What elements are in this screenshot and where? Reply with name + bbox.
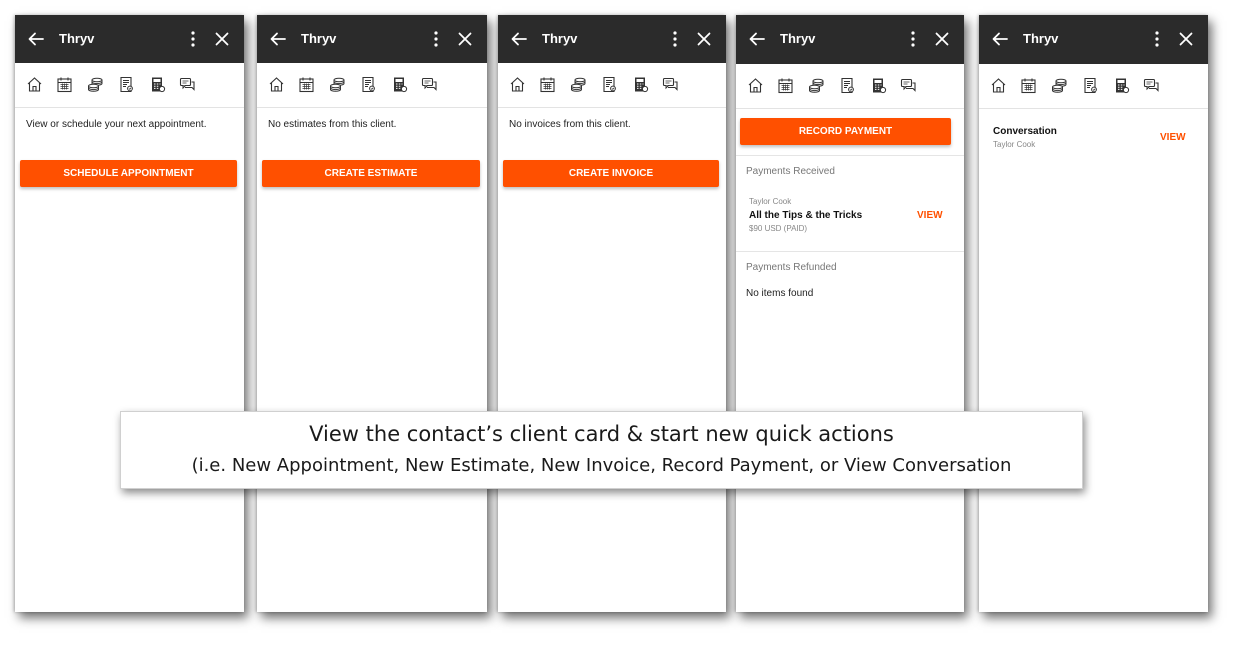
close-icon[interactable] [935,32,949,46]
calendar-icon[interactable] [539,76,556,93]
kebab-menu-icon[interactable] [190,30,196,48]
chat-icon[interactable] [900,77,917,94]
view-conversation-link[interactable]: VIEW [1160,132,1186,143]
payments-panel: Thryv RECORD PAYMENT Payments Received T… [736,15,964,612]
appointments-panel: Thryv View or schedule your next appoint… [15,15,244,612]
coins-icon[interactable] [87,76,104,93]
calendar-icon[interactable] [777,77,794,94]
quick-action-toolbar [15,63,244,108]
divider [736,251,964,252]
invoices-message: No invoices from this client. [509,119,631,130]
coins-icon[interactable] [1051,77,1068,94]
invoice-calculator-icon[interactable] [391,76,408,93]
estimates-panel: Thryv No estimates from this client. CRE… [257,15,487,612]
back-arrow-icon[interactable] [748,30,766,48]
quick-action-toolbar [257,63,487,108]
back-arrow-icon[interactable] [27,30,45,48]
coins-icon[interactable] [570,76,587,93]
schedule-appointment-button[interactable]: SCHEDULE APPOINTMENT [20,160,237,187]
calendar-icon[interactable] [56,76,73,93]
panel-header: Thryv [736,15,964,64]
chat-icon[interactable] [179,76,196,93]
home-icon[interactable] [268,76,285,93]
caption-box: View the contact’s client card & start n… [120,411,1083,489]
kebab-menu-icon[interactable] [910,30,916,48]
view-payment-link[interactable]: VIEW [917,210,943,221]
divider [736,155,964,156]
create-invoice-button[interactable]: CREATE INVOICE [503,160,719,187]
panel-header: Thryv [257,15,487,63]
app-title: Thryv [301,31,337,46]
back-arrow-icon[interactable] [269,30,287,48]
panel-header: Thryv [979,15,1208,64]
home-icon[interactable] [509,76,526,93]
home-icon[interactable] [747,77,764,94]
kebab-menu-icon[interactable] [433,30,439,48]
calendar-icon[interactable] [298,76,315,93]
home-icon[interactable] [990,77,1007,94]
payments-refunded-label: Payments Refunded [746,262,837,273]
close-icon[interactable] [697,32,711,46]
record-payment-button[interactable]: RECORD PAYMENT [740,118,951,145]
close-icon[interactable] [458,32,472,46]
back-arrow-icon[interactable] [510,30,528,48]
estimates-message: No estimates from this client. [268,119,397,130]
invoice-calculator-icon[interactable] [632,76,649,93]
kebab-menu-icon[interactable] [1154,30,1160,48]
app-title: Thryv [59,31,95,46]
payments-received-label: Payments Received [746,166,835,177]
conversation-client-name: Taylor Cook [993,140,1036,149]
conversation-panel: Thryv Conversation Taylor Cook VIEW [979,15,1208,612]
chat-icon[interactable] [1143,77,1160,94]
home-icon[interactable] [26,76,43,93]
quick-action-toolbar [736,64,964,109]
kebab-menu-icon[interactable] [672,30,678,48]
payment-client-name: Taylor Cook [749,197,792,206]
app-title: Thryv [780,31,816,46]
coins-icon[interactable] [808,77,825,94]
conversation-title: Conversation [993,126,1057,137]
close-icon[interactable] [215,32,229,46]
quick-action-toolbar [979,64,1208,109]
invoice-calculator-icon[interactable] [149,76,166,93]
payment-title: All the Tips & the Tricks [749,210,863,221]
estimate-document-icon[interactable] [601,76,618,93]
estimate-document-icon[interactable] [118,76,135,93]
back-arrow-icon[interactable] [991,30,1009,48]
caption-line-1: View the contact’s client card & start n… [309,422,894,446]
refunded-empty-message: No items found [746,288,814,299]
quick-action-toolbar [498,63,726,108]
panel-header: Thryv [15,15,244,63]
invoice-calculator-icon[interactable] [1113,77,1130,94]
panel-header: Thryv [498,15,726,63]
app-title: Thryv [1023,31,1059,46]
estimate-document-icon[interactable] [360,76,377,93]
invoices-panel: Thryv No invoices from this client. CREA… [498,15,726,612]
close-icon[interactable] [1179,32,1193,46]
coins-icon[interactable] [329,76,346,93]
payment-amount: $90 USD (PAID) [749,224,808,233]
estimate-document-icon[interactable] [1082,77,1099,94]
appointments-message: View or schedule your next appointment. [26,119,207,130]
app-title: Thryv [542,31,578,46]
caption-line-2: (i.e. New Appointment, New Estimate, New… [191,455,1012,476]
create-estimate-button[interactable]: CREATE ESTIMATE [262,160,480,187]
calendar-icon[interactable] [1020,77,1037,94]
chat-icon[interactable] [662,76,679,93]
estimate-document-icon[interactable] [839,77,856,94]
chat-icon[interactable] [421,76,438,93]
invoice-calculator-icon[interactable] [870,77,887,94]
